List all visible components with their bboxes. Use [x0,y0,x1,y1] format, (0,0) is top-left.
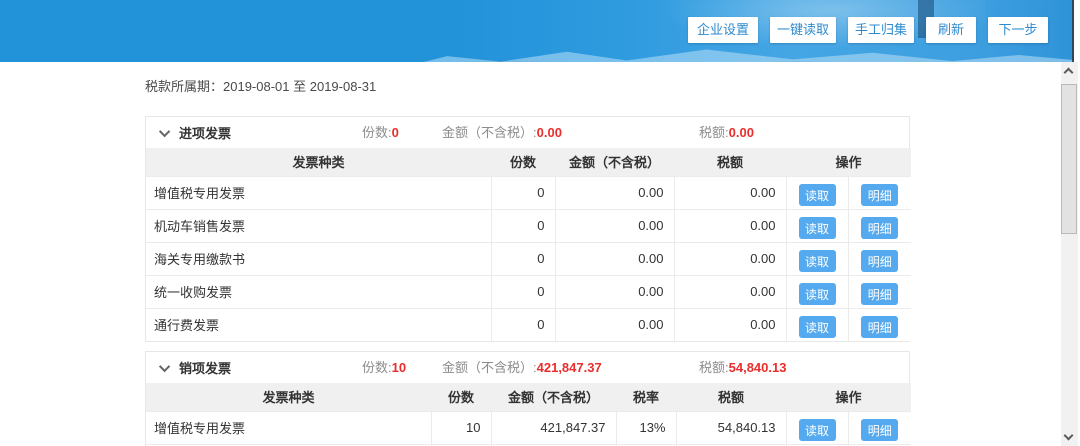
invoice-type-cell: 机动车销售发票 [146,209,491,242]
count-cell: 0 [491,308,555,341]
chevron-down-icon[interactable] [159,125,170,136]
col-header-rate: 税率 [616,383,676,411]
stat-count: 份数:0 [362,117,399,148]
tax-cell: 0.00 [674,176,786,209]
col-header-operation: 操作 [786,148,911,176]
scroll-up-arrow[interactable] [1061,62,1078,80]
table-row: 增值税专用发票 0 0.00 0.00 读取 明细 [146,176,911,209]
manual-collect-button[interactable]: 手工归集 [848,17,914,43]
stat-count: 份数:10 [362,352,406,383]
detail-button[interactable]: 明细 [861,316,898,338]
vertical-scrollbar[interactable] [1061,62,1078,446]
count-cell: 0 [491,275,555,308]
detail-button[interactable]: 明细 [861,419,898,441]
count-cell: 0 [491,176,555,209]
col-header-type: 发票种类 [146,383,431,411]
amount-cell: 0.00 [555,209,674,242]
col-header-amount: 金额（不含税） [555,148,674,176]
amount-cell: 0.00 [555,176,674,209]
read-button[interactable]: 读取 [799,217,836,239]
input-invoice-panel: 进项发票 份数:0 金额（不含税）:0.00 税额:0.00 发票种类 份数 金… [145,116,910,342]
stat-tax: 税额:54,840.13 [699,352,786,383]
col-header-count: 份数 [431,383,491,411]
tax-cell: 0.00 [674,209,786,242]
table-row: 海关专用缴款书 0 0.00 0.00 读取 明细 [146,242,911,275]
tax-cell: 0.00 [674,308,786,341]
chevron-down-icon[interactable] [159,360,170,371]
next-step-button[interactable]: 下一步 [988,17,1048,43]
tax-period-value: 2019-08-01 至 2019-08-31 [223,79,376,94]
table-header-row: 发票种类 份数 金额（不含税） 税率 税额 操作 [146,383,911,411]
detail-button[interactable]: 明细 [861,217,898,239]
section-title: 进项发票 [179,123,231,142]
table-row: 统一收购发票 0 0.00 0.00 读取 明细 [146,275,911,308]
scrollbar-thumb[interactable] [1061,84,1077,234]
invoice-type-cell: 统一收购发票 [146,275,491,308]
tax-cell: 0.00 [674,275,786,308]
count-cell: 0 [491,209,555,242]
rate-cell: 13% [616,411,676,444]
detail-button[interactable]: 明细 [861,283,898,305]
chevron-up-icon [1064,68,1074,78]
tax-period-line: 税款所属期：2019-08-01 至 2019-08-31 [145,79,1063,95]
table-header-row: 发票种类 份数 金额（不含税） 税额 操作 [146,148,911,176]
stat-tax: 税额:0.00 [699,117,754,148]
table-row: 机动车销售发票 0 0.00 0.00 读取 明细 [146,209,911,242]
read-button[interactable]: 读取 [799,316,836,338]
count-cell: 0 [491,242,555,275]
col-header-tax: 税额 [676,383,786,411]
col-header-operation: 操作 [786,383,911,411]
refresh-button[interactable]: 刷新 [926,17,976,43]
chevron-down-icon [1064,431,1074,441]
col-header-type: 发票种类 [146,148,491,176]
read-button[interactable]: 读取 [799,250,836,272]
table-row: 通行费发票 0 0.00 0.00 读取 明细 [146,308,911,341]
table-row: 增值税专用发票 10 421,847.37 13% 54,840.13 读取 明… [146,411,911,444]
tax-cell: 54,840.13 [676,411,786,444]
invoice-type-cell: 增值税专用发票 [146,176,491,209]
scroll-down-arrow[interactable] [1061,428,1078,446]
amount-cell: 0.00 [555,308,674,341]
output-invoice-table: 发票种类 份数 金额（不含税） 税率 税额 操作 增值税专用发票 10 421,… [146,383,911,446]
banner-button-bar: 企业设置 一键读取 手工归集 刷新 下一步 [688,17,1048,43]
one-click-read-button[interactable]: 一键读取 [770,17,836,43]
output-invoice-panel: 销项发票 份数:10 金额（不含税）:421,847.37 税额:54,840.… [145,351,910,446]
amount-cell: 421,847.37 [491,411,616,444]
col-header-count: 份数 [491,148,555,176]
output-invoice-section-header: 销项发票 份数:10 金额（不含税）:421,847.37 税额:54,840.… [146,352,909,383]
amount-cell: 0.00 [555,275,674,308]
invoice-type-cell: 通行费发票 [146,308,491,341]
tax-cell: 0.00 [674,242,786,275]
read-button[interactable]: 读取 [799,283,836,305]
read-button[interactable]: 读取 [799,419,836,441]
count-cell: 10 [431,411,491,444]
col-header-tax: 税额 [674,148,786,176]
content-area: 税款所属期：2019-08-01 至 2019-08-31 进项发票 份数:0 … [0,62,1063,446]
detail-button[interactable]: 明细 [861,250,898,272]
amount-cell: 0.00 [555,242,674,275]
tax-period-label: 税款所属期： [145,79,223,94]
stat-amount: 金额（不含税）:0.00 [442,117,562,148]
input-invoice-section-header: 进项发票 份数:0 金额（不含税）:0.00 税额:0.00 [146,117,909,148]
detail-button[interactable]: 明细 [861,184,898,206]
section-title: 销项发票 [179,358,231,377]
invoice-type-cell: 增值税专用发票 [146,411,431,444]
read-button[interactable]: 读取 [799,184,836,206]
invoice-type-cell: 海关专用缴款书 [146,242,491,275]
top-banner: 企业设置 一键读取 手工归集 刷新 下一步 [0,0,1074,62]
col-header-amount: 金额（不含税） [491,383,616,411]
stat-amount: 金额（不含税）:421,847.37 [442,352,602,383]
enterprise-settings-button[interactable]: 企业设置 [688,17,758,43]
input-invoice-table: 发票种类 份数 金额（不含税） 税额 操作 增值税专用发票 0 0.00 0.0… [146,148,911,341]
